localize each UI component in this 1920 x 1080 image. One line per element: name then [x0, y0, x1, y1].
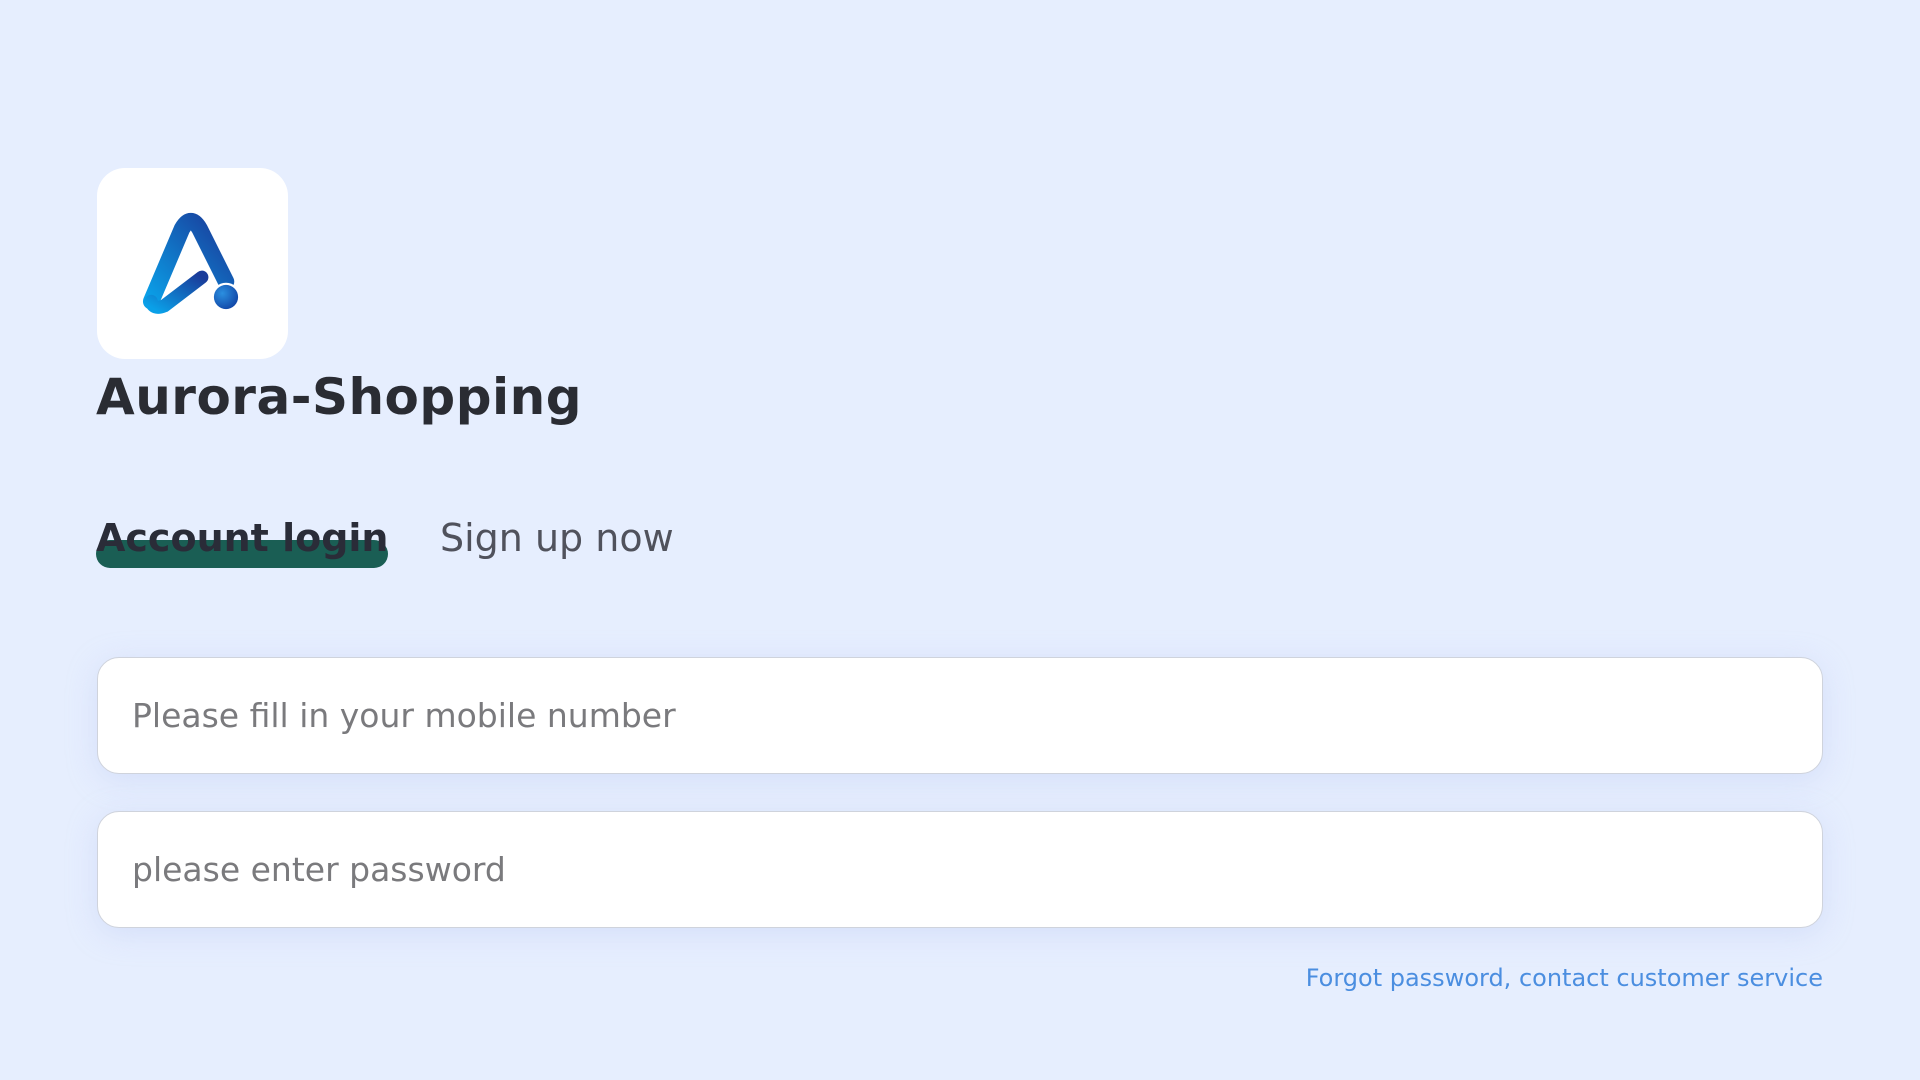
- password-field-container: [97, 811, 1823, 928]
- password-input[interactable]: [98, 812, 1822, 927]
- app-logo: [97, 168, 288, 359]
- tab-label: Account login: [96, 516, 389, 560]
- forgot-password-link[interactable]: Forgot password, contact customer servic…: [1306, 964, 1823, 992]
- phone-field-container: [97, 657, 1823, 774]
- app-title: Aurora-Shopping: [96, 368, 583, 426]
- tab-sign-up[interactable]: Sign up now: [440, 508, 674, 568]
- login-tabs: Account login Sign up now: [96, 508, 674, 568]
- mobile-number-input[interactable]: [98, 658, 1822, 773]
- login-page: Aurora-Shopping Account login Sign up no…: [0, 0, 1920, 1080]
- aurora-logo-icon: [142, 212, 240, 314]
- tab-label: Sign up now: [440, 516, 674, 560]
- tab-account-login[interactable]: Account login: [96, 508, 388, 568]
